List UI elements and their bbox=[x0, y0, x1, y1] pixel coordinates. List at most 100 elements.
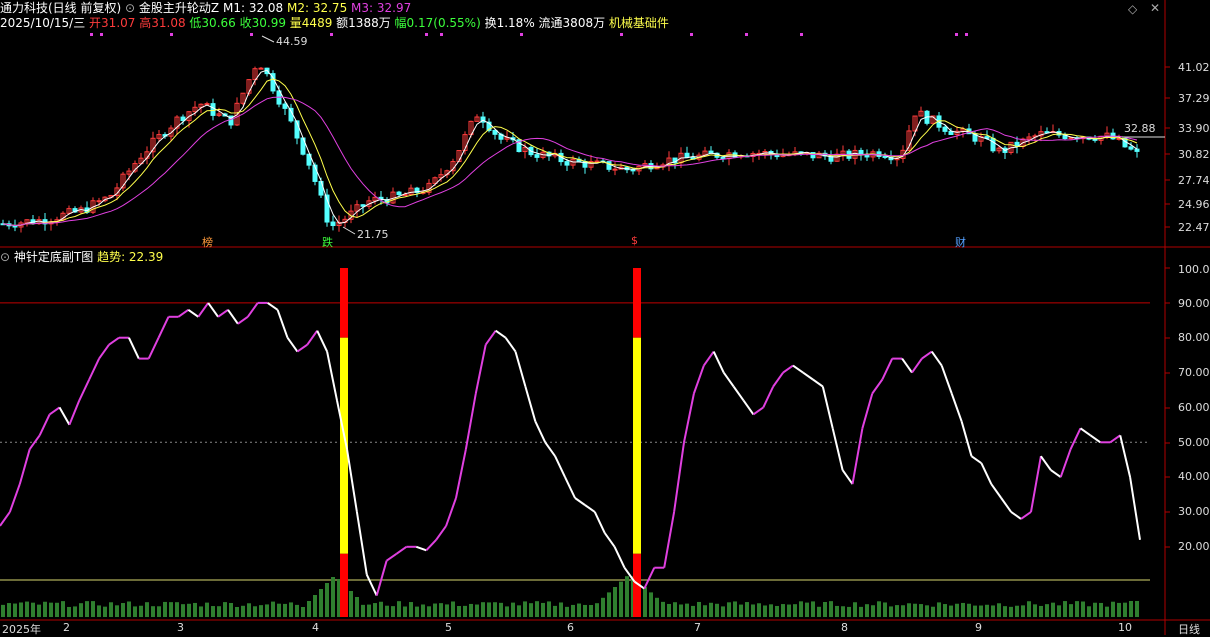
sub-indicator-icon[interactable]: ⊙ bbox=[0, 250, 10, 264]
sub-tick: 40.00 bbox=[1178, 470, 1210, 483]
oscillator-segment bbox=[8, 483, 21, 513]
oscillator-segment bbox=[673, 442, 685, 513]
volume-bar bbox=[451, 601, 455, 617]
marker-die[interactable]: 跌 bbox=[322, 234, 333, 250]
volume-bar bbox=[163, 601, 167, 617]
volume-bar bbox=[397, 601, 401, 617]
marker-dollar[interactable]: $ bbox=[631, 234, 638, 247]
sub-tick: 30.00 bbox=[1178, 505, 1210, 518]
trend-value: 趋势: 22.39 bbox=[97, 250, 164, 264]
oscillator-segment bbox=[365, 574, 378, 597]
oscillator-segment bbox=[514, 351, 527, 387]
sub-tick: 20.00 bbox=[1178, 540, 1210, 553]
indicator-icon[interactable]: ⊙ bbox=[125, 1, 135, 15]
marker-bang[interactable]: 榜 bbox=[202, 234, 213, 250]
volume-bar bbox=[529, 603, 533, 617]
volume-bar bbox=[1117, 602, 1121, 617]
oscillator-segment bbox=[821, 386, 834, 429]
oscillator-segment bbox=[613, 546, 626, 569]
close-icon[interactable]: ✕ bbox=[1150, 1, 1160, 15]
volume-bar bbox=[277, 603, 281, 617]
volume-bar bbox=[139, 605, 143, 617]
oscillator-segment bbox=[534, 420, 547, 443]
signal-dot bbox=[170, 33, 173, 36]
amplitude: 幅0.17(0.55%) bbox=[394, 16, 481, 30]
volume-bar bbox=[331, 577, 335, 617]
volume-bar bbox=[319, 589, 323, 617]
volume-bar bbox=[1, 604, 5, 617]
candle-body bbox=[1128, 146, 1134, 150]
volume-bar bbox=[391, 606, 395, 617]
volume-bar bbox=[601, 597, 605, 617]
oscillator-segment bbox=[722, 372, 735, 388]
signal-dot bbox=[965, 33, 968, 36]
volume-bar bbox=[583, 604, 587, 617]
oscillator-segment bbox=[484, 330, 497, 346]
oscillator-segment bbox=[593, 511, 606, 534]
oscillator-segment bbox=[445, 497, 457, 527]
volume-bar bbox=[673, 602, 677, 617]
stock-chart bbox=[0, 0, 1210, 635]
main-indicator-name[interactable]: 金股主升轮动Z bbox=[139, 1, 219, 15]
volume-bar bbox=[1009, 606, 1013, 617]
sub-tick: 70.00 bbox=[1178, 366, 1210, 379]
signal-bar-top bbox=[633, 268, 641, 338]
time-tick: 5 bbox=[445, 621, 452, 634]
volume-bar bbox=[895, 605, 899, 617]
volume-bar bbox=[745, 602, 749, 617]
oscillator-segment bbox=[1020, 511, 1032, 520]
candle-body bbox=[990, 137, 996, 152]
signal-dot bbox=[440, 33, 443, 36]
oscillator-segment bbox=[960, 421, 973, 457]
oscillator-segment bbox=[267, 302, 279, 311]
volume-bar bbox=[691, 605, 695, 617]
moving-average-line bbox=[2, 69, 1138, 227]
volume-bar bbox=[667, 603, 671, 617]
volume-bar bbox=[43, 601, 47, 617]
volume-bar bbox=[1039, 605, 1043, 617]
low-annotation: 21.75 bbox=[357, 228, 389, 241]
signal-dot bbox=[955, 33, 958, 36]
volume-bar bbox=[1045, 604, 1049, 617]
oscillator-segment bbox=[1109, 434, 1121, 444]
oscillator-segment bbox=[386, 552, 398, 562]
volume-bar bbox=[805, 602, 809, 617]
stock-name[interactable]: 通力科技(日线 前复权) bbox=[0, 1, 121, 15]
sub-indicator-name[interactable]: 神针定底副T图 bbox=[14, 250, 93, 264]
volume-bar bbox=[871, 605, 875, 617]
volume-bar bbox=[553, 605, 557, 617]
volume-bar bbox=[7, 603, 11, 617]
amount: 额1388万 bbox=[336, 16, 391, 30]
moving-average-line bbox=[2, 78, 1138, 227]
volume-bar bbox=[487, 602, 491, 617]
signal-dot bbox=[250, 33, 253, 36]
oscillator-segment bbox=[574, 497, 586, 506]
volume-bar bbox=[793, 604, 797, 617]
volume-bar bbox=[97, 605, 101, 617]
volume-bar bbox=[193, 602, 197, 617]
oscillator-segment bbox=[1129, 476, 1141, 540]
volume-bar bbox=[379, 601, 383, 617]
volume-bar bbox=[607, 592, 611, 617]
oscillator-segment bbox=[831, 428, 844, 471]
volume-bar bbox=[313, 595, 317, 617]
oscillator-segment bbox=[782, 364, 794, 374]
volume-bar bbox=[1081, 601, 1085, 617]
sector[interactable]: 机械基础件 bbox=[609, 16, 669, 30]
volume-bar bbox=[649, 592, 653, 617]
volume-bar bbox=[781, 604, 785, 617]
volume-bar bbox=[121, 603, 125, 617]
volume-bar bbox=[877, 601, 881, 617]
price-tick: 27.74 bbox=[1178, 174, 1210, 187]
volume-bar bbox=[811, 601, 815, 617]
price-tick: 24.96 bbox=[1178, 198, 1210, 211]
volume-bar bbox=[307, 601, 311, 617]
signal-dot bbox=[800, 33, 803, 36]
marker-cai[interactable]: 财 bbox=[955, 234, 966, 250]
m1-value: M1: 32.08 bbox=[222, 1, 284, 15]
volume-bar bbox=[433, 603, 437, 617]
volume-bar bbox=[931, 606, 935, 617]
oscillator-segment bbox=[692, 365, 705, 394]
collapse-icon[interactable]: ◇ bbox=[1128, 2, 1137, 16]
volume-bar bbox=[385, 605, 389, 617]
